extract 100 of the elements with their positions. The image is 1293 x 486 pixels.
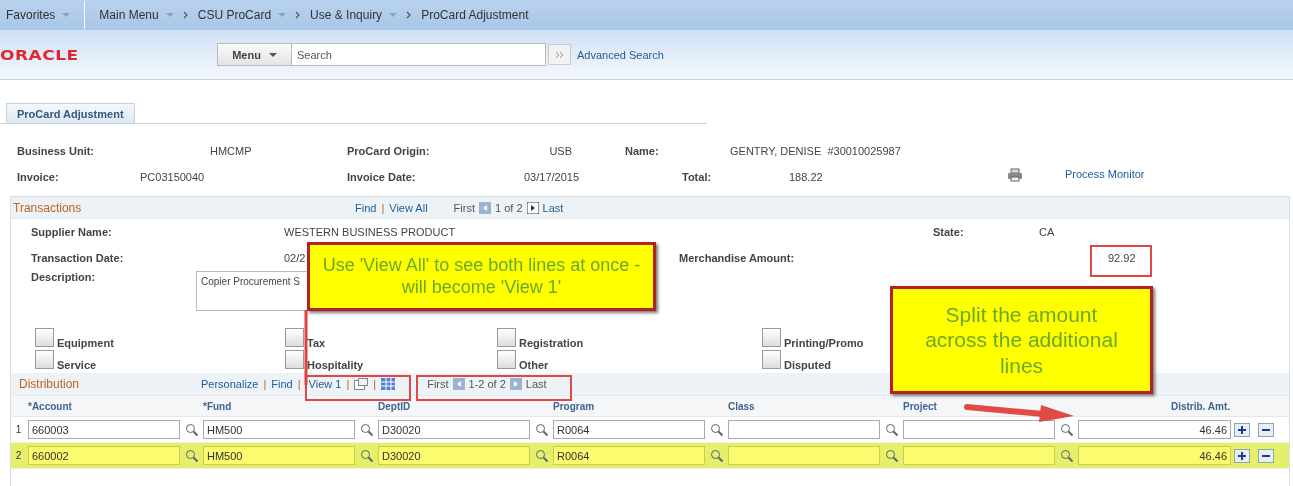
input-field[interactable]: 660002 (28, 446, 180, 465)
search-button[interactable] (548, 44, 571, 65)
field-label: Total: (682, 171, 713, 183)
previous-icon[interactable] (452, 378, 465, 390)
previous-icon[interactable] (479, 201, 491, 214)
breadcrumb-link[interactable]: Use & Inquiry (310, 8, 398, 22)
field-value: USB (548, 145, 572, 157)
page-count: 1 of 2 (495, 201, 523, 214)
field-value: 188.22 (789, 171, 824, 183)
plus-icon (1237, 450, 1247, 461)
search-icon[interactable] (1060, 448, 1074, 463)
search-icon[interactable] (535, 422, 549, 437)
column-header[interactable]: *Fund (201, 400, 376, 412)
checkbox[interactable] (285, 350, 304, 369)
search-icon[interactable] (1060, 422, 1074, 437)
menu-button[interactable]: Menu (217, 43, 292, 66)
grid-icon[interactable] (381, 378, 396, 390)
search-icon[interactable] (710, 422, 724, 437)
field-value: GENTRY, DENISE #30010025987 (730, 145, 901, 157)
input-field[interactable]: 46.46 (1078, 420, 1231, 439)
checkbox[interactable] (35, 350, 54, 369)
checkbox[interactable] (762, 328, 781, 347)
link-separator: | (297, 378, 301, 390)
row-number: 1 (14, 424, 23, 435)
link-separator: | (373, 378, 377, 390)
field-label: Description: (31, 271, 97, 285)
new-window-icon[interactable] (354, 378, 369, 390)
column-header[interactable]: DeptID (376, 400, 551, 412)
column-header[interactable]: Class (726, 400, 901, 412)
checkbox[interactable] (762, 350, 781, 369)
checkbox-label: Printing/Promo (784, 337, 864, 349)
add-row-button[interactable] (1234, 422, 1250, 437)
caret-icon (165, 13, 174, 17)
plus-icon (1237, 424, 1247, 435)
search-icon[interactable] (360, 422, 374, 437)
checkbox[interactable] (497, 350, 516, 369)
callout-tooltip: Use 'View All' to see both lines at once - will become 'View 1' (307, 242, 656, 311)
input-field[interactable] (903, 420, 1055, 439)
next-icon[interactable] (526, 201, 539, 214)
field-value: PC03150040 (140, 171, 206, 183)
input-field[interactable]: D30020 (378, 446, 530, 465)
search-icon[interactable] (535, 448, 549, 463)
field-value: 02/2 (284, 252, 307, 264)
input-field[interactable]: R0064 (553, 446, 705, 465)
search-icon[interactable] (885, 448, 899, 463)
input-field[interactable]: D30020 (378, 420, 530, 439)
page-tab[interactable]: ProCard Adjustment (6, 103, 135, 123)
breadcrumb-link[interactable]: CSU ProCard (197, 8, 287, 22)
column-header[interactable]: Program (551, 400, 726, 412)
last-link[interactable]: Last (542, 201, 564, 214)
find-link[interactable]: Find (355, 201, 377, 214)
search-icon[interactable] (185, 422, 199, 437)
search-icon[interactable] (360, 448, 374, 463)
printer-icon[interactable] (1007, 168, 1023, 182)
search-field[interactable]: Search (292, 43, 546, 66)
input-field[interactable]: HM500 (203, 446, 355, 465)
field-value: CA (1039, 226, 1056, 238)
page-count: 1-2 of 2 (468, 378, 506, 390)
checkbox-label: Registration (519, 337, 584, 349)
input-field[interactable] (903, 446, 1055, 465)
delete-row-button[interactable] (1258, 448, 1274, 463)
view-link[interactable]: View 1 (308, 378, 342, 390)
advanced-search-link[interactable]: Advanced Search (577, 48, 664, 61)
checkbox[interactable] (35, 328, 54, 347)
link-separator: | (263, 378, 267, 390)
chevron-icon (295, 11, 302, 19)
delete-row-button[interactable] (1258, 422, 1274, 437)
column-header[interactable]: Distrib. Amt. (1076, 400, 1234, 412)
checkbox-label: Hospitality (307, 359, 364, 371)
breadcrumb-link[interactable]: ProCard Adjustment (421, 8, 529, 22)
double-chevron-icon (554, 50, 565, 59)
chevron-icon (406, 11, 413, 19)
input-field[interactable] (728, 446, 880, 465)
view-all-link[interactable]: View All (389, 201, 428, 214)
breadcrumb-link[interactable]: Favorites (6, 8, 71, 22)
caret-icon (278, 13, 287, 17)
input-field[interactable]: R0064 (553, 420, 705, 439)
input-field[interactable]: HM500 (203, 420, 355, 439)
caret-icon (62, 13, 71, 17)
last-label: Last (525, 378, 547, 390)
checkbox-label: Service (57, 359, 97, 371)
checkbox[interactable] (497, 328, 516, 347)
checkbox[interactable] (285, 328, 304, 347)
search-icon[interactable] (710, 448, 724, 463)
checkbox-label: Disputed (784, 359, 832, 371)
field-label: Invoice Date: (347, 171, 417, 183)
search-icon[interactable] (885, 422, 899, 437)
search-icon[interactable] (185, 448, 199, 463)
column-header[interactable]: *Account (26, 400, 201, 412)
input-field[interactable] (728, 420, 880, 439)
field-label: Merchandise Amount: (679, 252, 796, 264)
process-monitor-link[interactable]: Process Monitor (1065, 168, 1145, 180)
input-field[interactable]: 46.46 (1078, 446, 1231, 465)
find-link[interactable]: Find (271, 378, 293, 390)
column-header[interactable]: Project (901, 400, 1076, 412)
field-label: ProCard Origin: (347, 145, 431, 157)
personalize-link[interactable]: Personalize (201, 378, 259, 390)
breadcrumb-link[interactable]: Main Menu (99, 8, 174, 22)
input-field[interactable]: 660003 (28, 420, 180, 439)
add-row-button[interactable] (1234, 448, 1250, 463)
